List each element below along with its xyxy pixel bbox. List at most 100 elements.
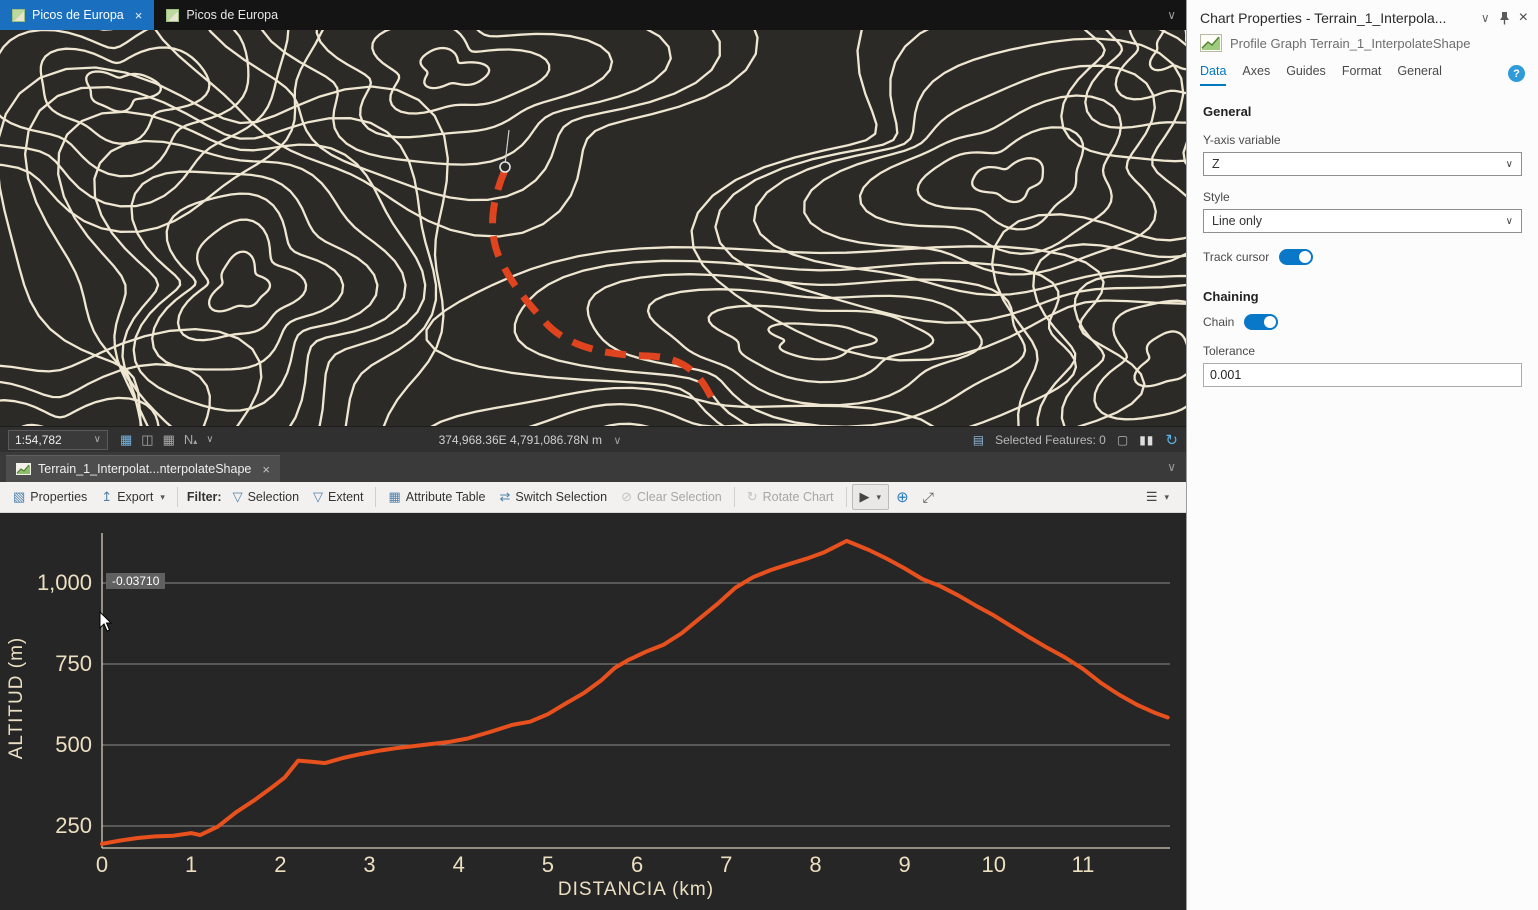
help-icon[interactable]: ? bbox=[1508, 65, 1525, 82]
chart-panel-tab[interactable]: Terrain_1_Interpolat...nterpolateShape × bbox=[6, 455, 280, 482]
chevron-down-icon[interactable]: ∨ bbox=[1157, 460, 1186, 474]
contour-line bbox=[130, 170, 379, 412]
menu-icon: ☰ bbox=[1145, 489, 1158, 504]
contour-line bbox=[752, 37, 1186, 297]
layout-icon[interactable]: ▦ bbox=[163, 432, 175, 448]
toolbar-separator bbox=[375, 487, 377, 507]
x-tick-label: 7 bbox=[720, 852, 732, 877]
switch-selection-label: Switch Selection bbox=[515, 490, 608, 504]
profile-graph-icon bbox=[1200, 34, 1222, 52]
toolbar-separator bbox=[845, 487, 847, 507]
tab-guides[interactable]: Guides bbox=[1286, 64, 1326, 86]
chevron-down-icon[interactable]: ∨ bbox=[1481, 11, 1490, 25]
selected-features-icon: ▤ bbox=[972, 432, 985, 447]
chevron-down-icon[interactable]: ∨ bbox=[206, 434, 213, 445]
dropdown-icon: ▾ bbox=[1164, 491, 1169, 502]
clear-selection-box-icon[interactable]: ▢ bbox=[1117, 433, 1128, 447]
snapping-grid-icon[interactable]: ▦ bbox=[120, 432, 132, 448]
dropdown-icon: ▾ bbox=[876, 491, 882, 502]
tab-general[interactable]: General bbox=[1397, 64, 1441, 86]
filter-extent-label: Extent bbox=[328, 490, 364, 504]
chevron-down-icon: ∨ bbox=[93, 434, 101, 445]
chevron-down-icon: ∨ bbox=[1505, 215, 1513, 227]
zoom-in-icon: ⊕ bbox=[896, 489, 909, 506]
chain-toggle[interactable] bbox=[1244, 314, 1279, 330]
view-tab-label: Picos de Europa bbox=[186, 8, 279, 22]
y-tick-label: 250 bbox=[55, 813, 92, 838]
select-tool-button[interactable]: ▶ ▾ bbox=[851, 484, 890, 510]
contour-line bbox=[85, 70, 162, 113]
rotate-chart-button[interactable]: ↻ Rotate Chart bbox=[740, 485, 841, 509]
table-icon: ▦ bbox=[388, 489, 401, 504]
map-view-icon bbox=[12, 8, 25, 22]
profile-line-on-map[interactable] bbox=[489, 168, 717, 403]
view-tab-label: Picos de Europa bbox=[32, 8, 124, 22]
tab-format[interactable]: Format bbox=[1342, 64, 1382, 86]
view-tab-bar: Picos de Europa × Picos de Europa ∨ bbox=[0, 0, 1186, 30]
contour-line bbox=[419, 46, 491, 90]
y-axis-variable-value: Z bbox=[1212, 157, 1220, 171]
contour-line bbox=[528, 402, 818, 426]
rotate-chart-label: Rotate Chart bbox=[762, 490, 834, 504]
chart-list-menu-button[interactable]: ☰ ▾ bbox=[1139, 485, 1176, 509]
rotate-chart-icon: ↻ bbox=[746, 489, 758, 504]
x-tick-label: 6 bbox=[631, 852, 643, 877]
filter-icon: ▽ bbox=[313, 489, 324, 504]
filter-extent-button[interactable]: ▽ Extent bbox=[306, 485, 370, 509]
tab-axes[interactable]: Axes bbox=[1242, 64, 1270, 86]
pin-icon[interactable] bbox=[1499, 11, 1510, 25]
tab-data[interactable]: Data bbox=[1200, 64, 1227, 86]
track-cursor-label: Track cursor bbox=[1203, 250, 1270, 264]
view-tab-picos-de-europa-1[interactable]: Picos de Europa × bbox=[0, 0, 155, 30]
y-tick-label: 1,000 bbox=[37, 570, 92, 595]
full-extent-button[interactable]: ⤢ bbox=[916, 485, 941, 510]
toggle-knob bbox=[1299, 251, 1312, 263]
x-tick-label: 8 bbox=[809, 852, 821, 877]
attribute-table-button[interactable]: ▦ Attribute Table bbox=[381, 485, 492, 509]
coordinate-readout[interactable]: 374,968.36E 4,791,086.78N m ∨ bbox=[360, 433, 700, 447]
x-tick-label: 0 bbox=[96, 852, 108, 877]
chevron-down-icon: ∨ bbox=[613, 434, 622, 447]
profile-chart[interactable]: 250 500 750 1,000 0 1 2 3 4 5 6 7 8 9 10 11 DISTANCIA (k… bbox=[0, 513, 1186, 910]
properties-button[interactable]: ▧ Properties bbox=[6, 485, 94, 509]
x-tick-label: 9 bbox=[898, 852, 910, 877]
x-tick-label: 1 bbox=[185, 852, 197, 877]
north-arrow-icon[interactable]: N▴ bbox=[184, 432, 197, 447]
profile-vertex-marker[interactable] bbox=[499, 161, 511, 173]
style-select[interactable]: Line only ∨ bbox=[1203, 209, 1522, 233]
switch-selection-button[interactable]: ⇄ Switch Selection bbox=[492, 485, 614, 509]
export-button[interactable]: ↥ Export ▾ bbox=[94, 485, 172, 509]
pause-drawing-icon[interactable]: ▮▮ bbox=[1139, 433, 1154, 447]
y-axis-title: ALTITUD (m) bbox=[6, 637, 27, 760]
chart-tab-label: Terrain_1_Interpolat...nterpolateShape bbox=[38, 462, 252, 476]
clear-selection-button[interactable]: ⊘ Clear Selection bbox=[614, 485, 729, 509]
contour-line bbox=[714, 30, 1186, 324]
view-tab-picos-de-europa-2[interactable]: Picos de Europa bbox=[154, 0, 290, 30]
close-icon[interactable]: × bbox=[1519, 9, 1528, 27]
chart-subtitle: Profile Graph Terrain_1_InterpolateShape bbox=[1230, 35, 1471, 51]
filter-selection-button[interactable]: ▽ Selection bbox=[226, 485, 306, 509]
x-tick-label: 4 bbox=[453, 852, 465, 877]
chart-properties-panel: Chart Properties - Terrain_1_Interpola..… bbox=[1186, 0, 1538, 910]
track-cursor-toggle[interactable] bbox=[1279, 249, 1314, 265]
profile-line[interactable] bbox=[100, 538, 1170, 846]
contour-map bbox=[0, 30, 1186, 426]
y-axis-variable-select[interactable]: Z ∨ bbox=[1203, 152, 1522, 176]
chevron-down-icon[interactable]: ∨ bbox=[1157, 8, 1186, 22]
map-view[interactable] bbox=[0, 30, 1186, 426]
chart-subtitle-row: Profile Graph Terrain_1_InterpolateShape bbox=[1187, 31, 1538, 62]
tolerance-input[interactable] bbox=[1203, 363, 1522, 387]
close-icon[interactable]: × bbox=[262, 462, 270, 477]
contour-line bbox=[0, 363, 211, 426]
x-tick-label: 2 bbox=[274, 852, 286, 877]
refresh-icon[interactable]: ↻ bbox=[1165, 431, 1178, 449]
properties-icon: ▧ bbox=[13, 489, 26, 504]
close-icon[interactable]: × bbox=[135, 8, 143, 23]
selected-features-count[interactable]: Selected Features: 0 bbox=[995, 433, 1106, 447]
contour-line bbox=[1093, 299, 1186, 421]
profile-chart-area[interactable]: 250 500 750 1,000 0 1 2 3 4 5 6 7 8 9 10 11 DISTANCIA (k… bbox=[0, 513, 1186, 910]
zoom-in-tool-button[interactable]: ⊕ bbox=[889, 484, 916, 510]
grid-icon[interactable]: ◫ bbox=[141, 432, 153, 448]
map-scale-combo[interactable]: 1:54,782 ∨ bbox=[8, 429, 108, 450]
statusbar-tools: ▦ ◫ ▦ N▴ ∨ bbox=[120, 432, 214, 448]
